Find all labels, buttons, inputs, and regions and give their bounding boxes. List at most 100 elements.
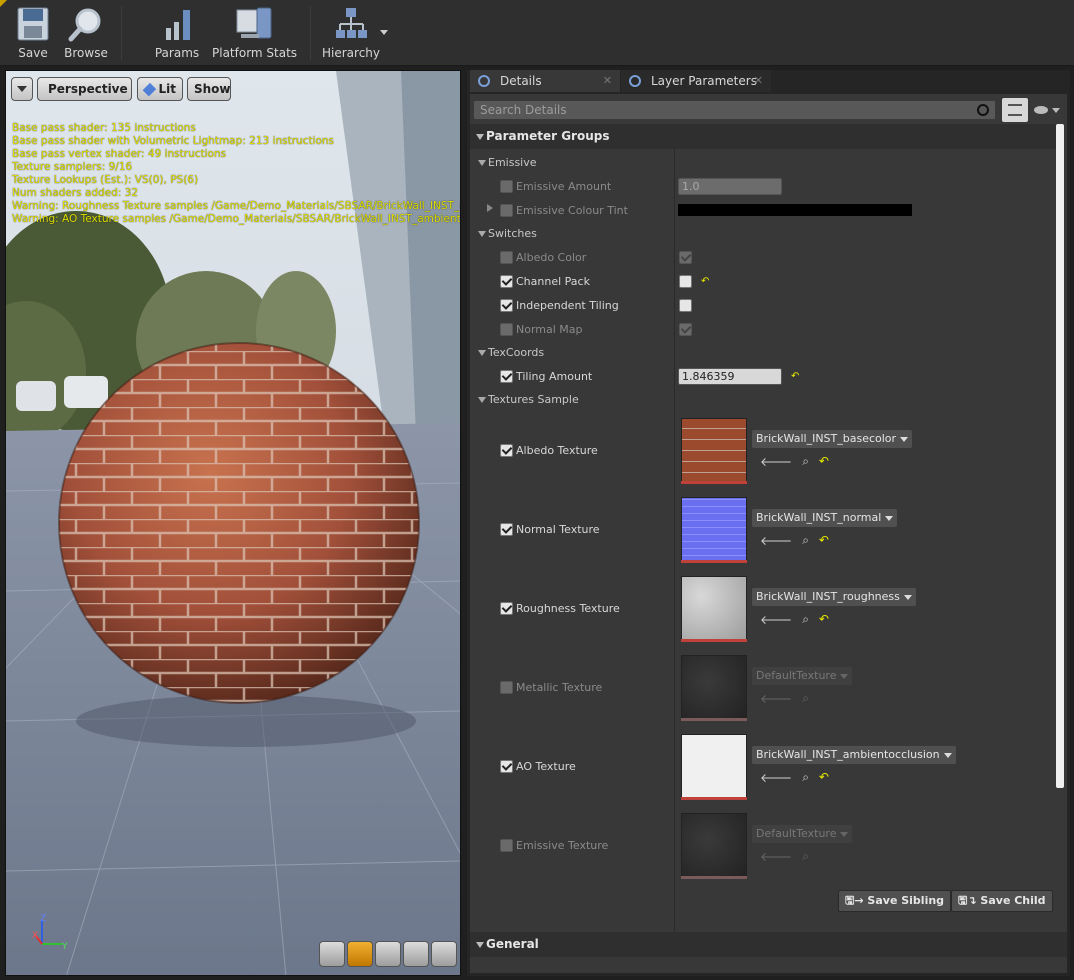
chevron-down-icon[interactable]	[1052, 108, 1060, 113]
metallic-asset-picker[interactable]: DefaultTexture	[752, 667, 853, 685]
stats-line: Warning: AO Texture samples /Game/Demo_M…	[12, 213, 461, 225]
tab-details[interactable]: Details ✕	[470, 70, 620, 92]
browse-button[interactable]: Browse	[60, 4, 112, 62]
ao-asset-picker[interactable]: BrickWall_INST_ambientocclusion	[752, 746, 956, 764]
expand-triangle-icon[interactable]	[487, 204, 493, 212]
emissive-texture-thumbnail[interactable]	[681, 813, 747, 879]
albedo-texture-thumbnail[interactable]	[681, 418, 747, 484]
browse-search-icon[interactable]: ⌕	[802, 691, 809, 706]
emissive-amount-field[interactable]: 1.0	[678, 178, 782, 195]
scrollbar[interactable]	[1056, 124, 1064, 788]
axis-gizmo-icon: Z Y X	[32, 914, 68, 952]
search-input[interactable]: Search Details	[473, 100, 996, 120]
chevron-down-icon	[17, 86, 27, 92]
close-icon[interactable]: ✕	[603, 74, 612, 87]
reset-arrow-icon[interactable]: ↶	[819, 533, 829, 548]
ao-texture-checkbox[interactable]	[500, 760, 513, 773]
albedo-texture-checkbox[interactable]	[500, 444, 513, 457]
shader-stats: Base pass shader: 135 instructions Base …	[12, 122, 461, 226]
close-icon[interactable]: ✕	[754, 74, 763, 87]
reset-arrow-icon[interactable]: ↶	[819, 770, 829, 785]
category-switches-label: Switches	[488, 227, 537, 240]
tiling-amount-override-checkbox[interactable]	[500, 370, 513, 383]
general-header[interactable]: General	[470, 932, 1067, 957]
roughness-texture-checkbox[interactable]	[500, 602, 513, 615]
perspective-button[interactable]: Perspective	[37, 77, 132, 101]
save-button[interactable]: Save	[10, 4, 56, 62]
reset-arrow-icon[interactable]: ↶	[701, 277, 711, 287]
svg-text:Y: Y	[61, 942, 68, 952]
reset-arrow-icon[interactable]: ↶	[791, 372, 801, 382]
sphere-mesh-icon[interactable]	[347, 941, 373, 967]
normal-map-value-checkbox[interactable]	[679, 323, 692, 336]
browse-search-icon[interactable]: ⌕	[802, 770, 809, 785]
reset-arrow-icon[interactable]: ↶	[819, 454, 829, 469]
cube-mesh-icon[interactable]	[403, 941, 429, 967]
emissive-amount-checkbox[interactable]	[500, 180, 513, 193]
emissive-asset-picker[interactable]: DefaultTexture	[752, 825, 853, 843]
params-button[interactable]: Params	[152, 4, 202, 62]
use-selected-arrow-icon[interactable]: 🡐	[760, 612, 792, 627]
channel-pack-override-checkbox[interactable]	[500, 275, 513, 288]
albedo-color-value-checkbox[interactable]	[679, 251, 692, 264]
emissive-colour-tint-checkbox[interactable]	[500, 204, 513, 217]
normal-asset-name: BrickWall_INST_normal	[756, 511, 882, 524]
albedo-color-override-checkbox[interactable]	[500, 251, 513, 264]
chevron-down-icon	[903, 594, 912, 600]
metallic-texture-checkbox[interactable]	[500, 681, 513, 694]
eye-icon[interactable]	[1034, 106, 1048, 114]
roughness-texture-thumbnail[interactable]	[681, 576, 747, 642]
toolbar-separator	[121, 6, 122, 60]
lit-button[interactable]: Lit	[137, 77, 183, 101]
independent-tiling-value-checkbox[interactable]	[679, 299, 692, 312]
channel-pack-value-checkbox[interactable]	[679, 275, 692, 288]
save-child-button[interactable]: 🖫↴ Save Child	[951, 890, 1053, 912]
chevron-down-icon	[840, 831, 849, 837]
reset-arrow-icon[interactable]: ↶	[819, 612, 829, 627]
viewport-options-button[interactable]	[11, 77, 33, 101]
independent-tiling-override-checkbox[interactable]	[500, 299, 513, 312]
use-selected-arrow-icon[interactable]: 🡐	[760, 691, 792, 706]
parameter-groups-header[interactable]: Parameter Groups	[470, 124, 1056, 149]
preview-mesh-buttons	[319, 941, 457, 967]
use-selected-arrow-icon[interactable]: 🡐	[760, 454, 792, 469]
material-preview-viewport[interactable]: Perspective Lit Show Base pass shader: 1…	[5, 70, 461, 976]
browse-search-icon[interactable]: ⌕	[802, 533, 809, 548]
use-selected-arrow-icon[interactable]: 🡐	[760, 849, 792, 864]
use-selected-arrow-icon[interactable]: 🡐	[760, 770, 792, 785]
roughness-asset-actions: 🡐 ⌕ ↶	[760, 612, 829, 627]
tiling-amount-field[interactable]: 1.846359	[678, 368, 782, 385]
column-splitter[interactable]	[674, 149, 675, 953]
emissive-colour-swatch[interactable]	[678, 204, 912, 216]
ao-texture-thumbnail[interactable]	[681, 734, 747, 800]
cylinder-mesh-icon[interactable]	[319, 941, 345, 967]
tab-details-label: Details	[500, 74, 542, 88]
use-selected-arrow-icon[interactable]: 🡐	[760, 533, 792, 548]
metallic-texture-thumbnail[interactable]	[681, 655, 747, 721]
emissive-texture-checkbox[interactable]	[500, 839, 513, 852]
normal-texture-thumbnail[interactable]	[681, 497, 747, 563]
roughness-asset-picker[interactable]: BrickWall_INST_roughness	[752, 588, 916, 606]
plane-mesh-icon[interactable]	[375, 941, 401, 967]
browse-search-icon[interactable]: ⌕	[802, 454, 809, 469]
browse-search-icon[interactable]: ⌕	[802, 612, 809, 627]
custom-mesh-icon[interactable]	[431, 941, 457, 967]
hierarchy-dropdown-icon[interactable]	[380, 30, 388, 35]
svg-text:X: X	[32, 931, 38, 941]
save-sibling-button[interactable]: 🖫→ Save Sibling	[838, 890, 952, 912]
platform-stats-button[interactable]: Platform Stats	[212, 4, 297, 62]
albedo-asset-picker[interactable]: BrickWall_INST_basecolor	[752, 430, 913, 448]
normal-map-override-checkbox[interactable]	[500, 323, 513, 336]
view-options-button[interactable]	[1002, 98, 1028, 122]
stats-line: Base pass shader: 135 instructions	[12, 122, 196, 134]
browse-search-icon[interactable]: ⌕	[802, 849, 809, 864]
search-icon[interactable]	[977, 104, 989, 116]
normal-asset-picker[interactable]: BrickWall_INST_normal	[752, 509, 898, 527]
normal-texture-checkbox[interactable]	[500, 523, 513, 536]
hierarchy-button[interactable]: Hierarchy	[322, 4, 380, 62]
expand-triangle-icon	[478, 397, 486, 403]
tab-layer-parameters[interactable]: Layer Parameters ✕	[621, 70, 771, 92]
metallic-texture-label: Metallic Texture	[516, 681, 603, 694]
show-button[interactable]: Show	[187, 77, 231, 101]
lit-label: Lit	[158, 82, 177, 96]
